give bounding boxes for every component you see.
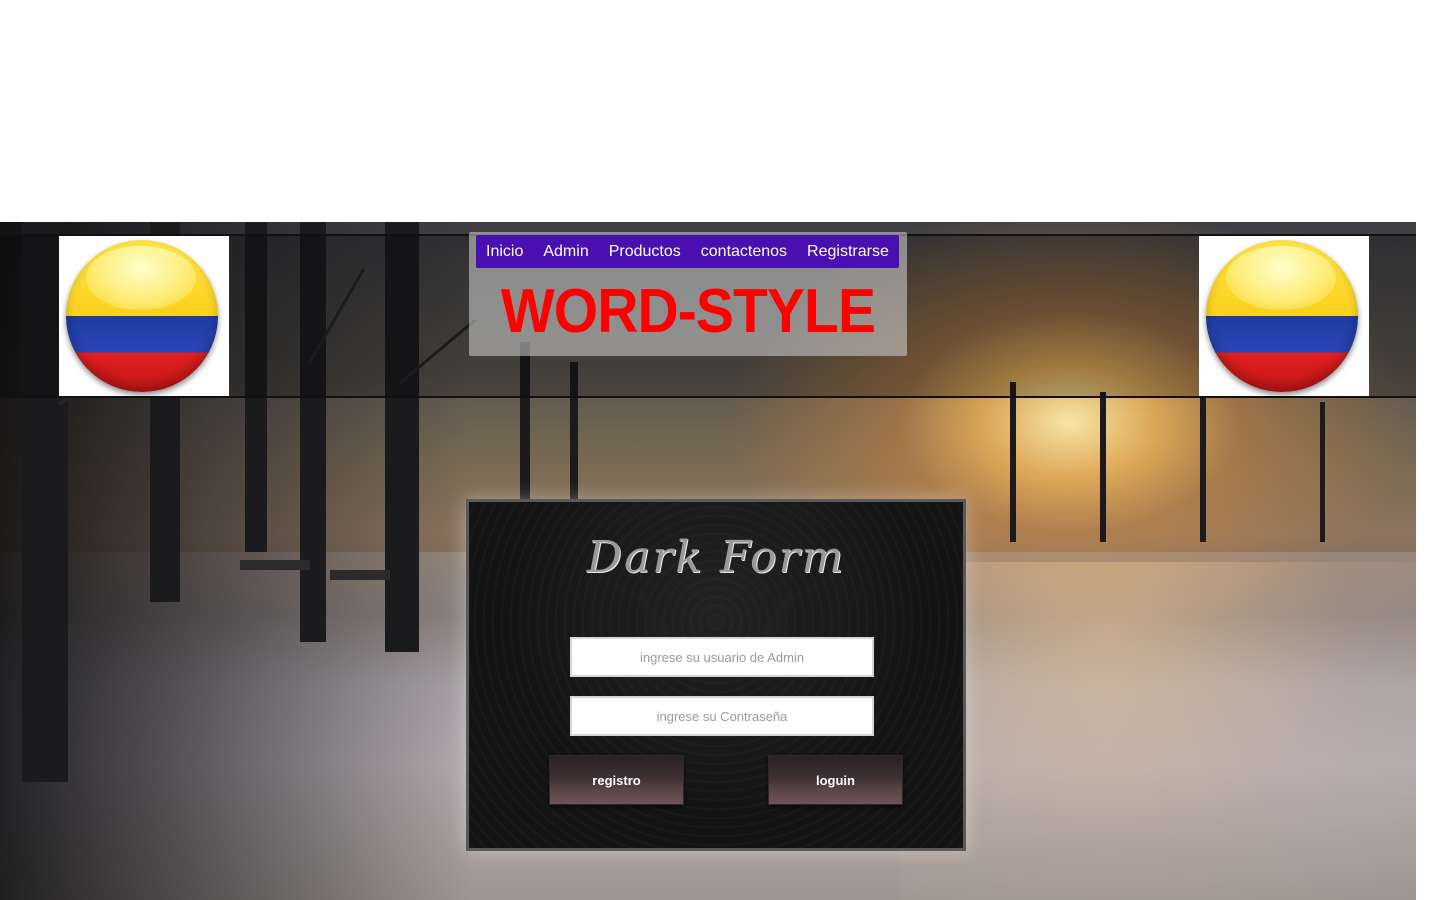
colombia-flag-icon (1206, 240, 1358, 392)
login-form: Dark Form registro loguin (466, 499, 966, 851)
site-title: WORD-STYLE (500, 277, 876, 346)
nav-item-contactenos[interactable]: contactenos (691, 235, 797, 268)
admin-username-input[interactable] (570, 637, 874, 677)
password-input[interactable] (570, 696, 874, 736)
register-button[interactable]: registro (549, 755, 684, 805)
nav-item-inicio[interactable]: Inicio (476, 235, 533, 268)
form-title: Dark Form (586, 532, 846, 583)
top-blank-area (0, 0, 1440, 222)
nav-item-registrarse[interactable]: Registrarse (797, 235, 899, 268)
main-nav: Inicio Admin Productos contactenos Regis… (476, 235, 899, 268)
login-button[interactable]: loguin (768, 755, 903, 805)
nav-item-admin[interactable]: Admin (533, 235, 598, 268)
flag-left-frame (59, 236, 229, 396)
flag-right-frame (1199, 236, 1369, 396)
nav-item-productos[interactable]: Productos (599, 235, 691, 268)
colombia-flag-icon (66, 240, 218, 392)
